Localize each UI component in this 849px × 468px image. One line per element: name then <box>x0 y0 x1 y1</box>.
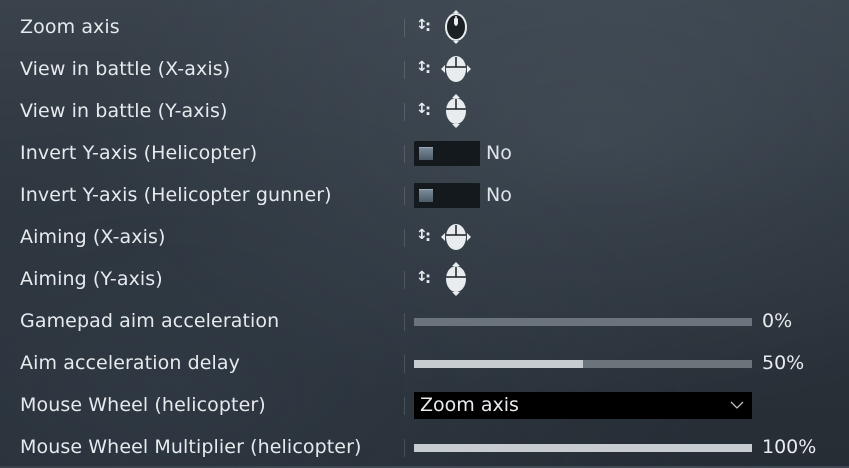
setting-label: View in battle (X-axis) <box>20 58 231 80</box>
toggle-switch[interactable] <box>414 183 480 208</box>
divider <box>404 61 405 79</box>
slider-value: 100% <box>762 436 817 458</box>
divider <box>404 19 405 37</box>
slider-value: 0% <box>762 310 793 332</box>
toggle-state: No <box>486 142 512 164</box>
divider <box>404 103 405 121</box>
chevron-down-icon <box>730 401 744 409</box>
setting-label: Aim acceleration delay <box>20 352 241 374</box>
dropdown[interactable]: Zoom axis <box>414 392 752 419</box>
divider <box>404 397 405 415</box>
toggle-knob <box>419 147 433 160</box>
setting-row-invert-y-helicopter[interactable]: Invert Y-axis (Helicopter) No <box>0 132 849 174</box>
setting-label: Zoom axis <box>20 16 120 38</box>
setting-row-zoom-axis[interactable]: Zoom axis ↕ : <box>0 6 849 48</box>
divider <box>404 187 405 205</box>
setting-row-aiming-y[interactable]: Aiming (Y-axis) ↕ : <box>0 258 849 300</box>
setting-label: View in battle (Y-axis) <box>20 100 228 122</box>
setting-row-gamepad-aim-acceleration[interactable]: Gamepad aim acceleration 0% <box>0 300 849 342</box>
toggle-switch[interactable] <box>414 141 480 166</box>
toggle-knob <box>419 189 433 202</box>
setting-row-mouse-wheel-multiplier[interactable]: Mouse Wheel Multiplier (helicopter) 100% <box>0 426 849 468</box>
axis-colon: : <box>425 269 431 287</box>
divider <box>404 229 405 247</box>
setting-row-invert-y-gunner[interactable]: Invert Y-axis (Helicopter gunner) No <box>0 174 849 216</box>
mouse-vertical-icon <box>446 262 466 296</box>
setting-label: Invert Y-axis (Helicopter gunner) <box>20 184 332 206</box>
mouse-vertical-icon <box>446 94 466 128</box>
slider-fill <box>414 444 752 452</box>
dropdown-selected-value: Zoom axis <box>420 394 519 416</box>
divider <box>404 313 405 331</box>
mouse-horizontal-icon <box>441 224 471 250</box>
setting-row-view-y[interactable]: View in battle (Y-axis) ↕ : <box>0 90 849 132</box>
setting-row-mouse-wheel[interactable]: Mouse Wheel (helicopter) Zoom axis <box>0 384 849 426</box>
setting-label: Aiming (Y-axis) <box>20 268 163 290</box>
slider-track[interactable] <box>414 444 752 452</box>
setting-label: Mouse Wheel Multiplier (helicopter) <box>20 436 362 458</box>
divider <box>404 439 405 457</box>
setting-row-aiming-x[interactable]: Aiming (X-axis) ↕ : <box>0 216 849 258</box>
axis-colon: : <box>425 17 431 35</box>
axis-colon: : <box>425 59 431 77</box>
divider <box>404 271 405 289</box>
slider-value: 50% <box>762 352 805 374</box>
mouse-horizontal-icon <box>441 56 471 82</box>
slider-track[interactable] <box>414 360 752 368</box>
axis-colon: : <box>425 101 431 119</box>
divider <box>404 355 405 373</box>
setting-label: Gamepad aim acceleration <box>20 310 280 332</box>
axis-colon: : <box>425 227 431 245</box>
mouse-wheel-icon <box>445 10 467 44</box>
setting-label: Aiming (X-axis) <box>20 226 166 248</box>
setting-label: Invert Y-axis (Helicopter) <box>20 142 258 164</box>
setting-row-view-x[interactable]: View in battle (X-axis) ↕ : <box>0 48 849 90</box>
divider <box>404 145 405 163</box>
slider-track[interactable] <box>414 318 752 326</box>
setting-row-aim-acceleration-delay[interactable]: Aim acceleration delay 50% <box>0 342 849 384</box>
slider-fill <box>414 360 583 368</box>
toggle-state: No <box>486 184 512 206</box>
setting-label: Mouse Wheel (helicopter) <box>20 394 266 416</box>
